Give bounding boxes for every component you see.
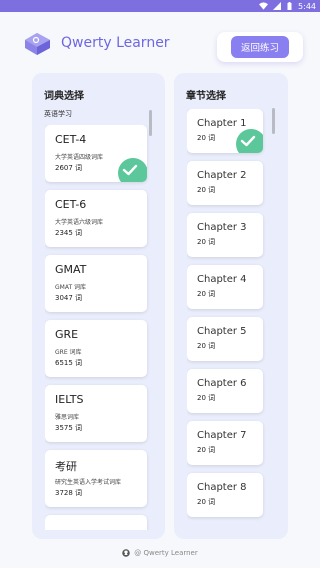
battery-icon xyxy=(285,2,294,11)
keyboard-key-logo-icon xyxy=(21,28,53,60)
chapter-panel-title: 章节选择 xyxy=(186,91,226,102)
dict-desc: 研究生英语入学考试词库 xyxy=(55,479,122,486)
dict-desc: 雅思词库 xyxy=(55,414,80,421)
dict-count: 2607 词 xyxy=(55,164,83,172)
dict-count: 6515 词 xyxy=(55,359,83,367)
chapter-card-6[interactable]: Chapter 6 20 词 xyxy=(187,369,263,413)
dict-name: GRE xyxy=(55,328,79,341)
chapter-card-3[interactable]: Chapter 3 20 词 xyxy=(187,213,263,257)
footer: @ Qwerty Learner xyxy=(0,547,320,559)
chapter-count: 20 词 xyxy=(197,238,216,246)
dict-desc: 大学英语四级词库 xyxy=(55,154,104,161)
dict-desc: GRE 词库 xyxy=(55,349,82,356)
dict-card-partial[interactable] xyxy=(45,515,147,530)
dict-count: 3047 词 xyxy=(55,294,83,302)
app-title: Qwerty Learner xyxy=(61,35,170,51)
dict-card-ielts[interactable]: IELTS 雅思词库 3575 词 xyxy=(45,385,147,442)
back-to-practice-label: 返回练习 xyxy=(230,36,289,58)
dict-card-gre[interactable]: GRE GRE 词库 6515 词 xyxy=(45,320,147,377)
chapter-count: 20 词 xyxy=(197,446,216,454)
chapter-name: Chapter 7 xyxy=(197,430,247,441)
chapter-card-7[interactable]: Chapter 7 20 词 xyxy=(187,421,263,465)
dict-card-kaoyan[interactable]: 考研 研究生英语入学考试词库 3728 词 xyxy=(45,450,147,507)
chapter-card-5[interactable]: Chapter 5 20 词 xyxy=(187,317,263,361)
chapter-name: Chapter 2 xyxy=(197,170,247,181)
dict-name: IELTS xyxy=(55,393,84,406)
dict-card-gmat[interactable]: GMAT GMAT 词库 3047 词 xyxy=(45,255,147,312)
chapter-name: Chapter 1 xyxy=(197,118,247,129)
chapter-name: Chapter 4 xyxy=(197,274,247,285)
chapter-count: 20 词 xyxy=(197,394,216,402)
dict-count: 3575 词 xyxy=(55,424,83,432)
dict-count: 3728 词 xyxy=(55,489,83,497)
status-time: 5:44 xyxy=(298,1,316,11)
footer-text[interactable]: @ Qwerty Learner xyxy=(134,549,198,557)
dict-name: GMAT xyxy=(55,263,87,276)
chapter-count: 20 词 xyxy=(197,134,216,142)
chapter-card-4[interactable]: Chapter 4 20 词 xyxy=(187,265,263,309)
selected-check-icon xyxy=(118,158,147,182)
chapter-count: 20 词 xyxy=(197,342,216,350)
github-icon[interactable] xyxy=(122,549,130,557)
signal-icon xyxy=(272,2,281,11)
header: Qwerty Learner 返回练习 xyxy=(0,24,320,64)
chapter-card-2[interactable]: Chapter 2 20 词 xyxy=(187,161,263,205)
back-to-practice-button[interactable]: 返回练习 xyxy=(217,32,303,62)
dictionary-category-label: 英语学习 xyxy=(44,110,72,118)
chapter-count: 20 词 xyxy=(197,186,216,194)
selected-check-icon xyxy=(236,129,263,153)
chapter-name: Chapter 3 xyxy=(197,222,247,233)
chapter-list: Chapter 1 20 词 Chapter 2 20 词 Chapter 3 … xyxy=(187,109,277,530)
chapter-name: Chapter 6 xyxy=(197,378,247,389)
chapter-card-1[interactable]: Chapter 1 20 词 xyxy=(187,109,263,153)
status-bar: 5:44 xyxy=(0,0,320,12)
dict-name: 考研 xyxy=(55,460,77,473)
chapter-name: Chapter 5 xyxy=(197,326,247,337)
dict-count: 2345 词 xyxy=(55,229,83,237)
dict-desc: 大学英语六级词库 xyxy=(55,219,104,226)
dict-name: CET-6 xyxy=(55,198,87,211)
chapter-panel: 章节选择 Chapter 1 20 词 Chapter 2 20 词 Chapt… xyxy=(174,73,288,539)
chapter-card-8[interactable]: Chapter 8 20 词 xyxy=(187,473,263,517)
chapter-count: 20 词 xyxy=(197,290,216,298)
dictionary-panel: 词典选择 英语学习 CET-4 大学英语四级词库 2607 词 CET-6 大学… xyxy=(32,73,165,539)
dictionary-panel-title: 词典选择 xyxy=(44,91,84,102)
dict-desc: GMAT 词库 xyxy=(55,284,87,291)
chapter-name: Chapter 8 xyxy=(197,482,247,493)
dict-card-cet6[interactable]: CET-6 大学英语六级词库 2345 词 xyxy=(45,190,147,247)
dict-name: CET-4 xyxy=(55,133,87,146)
wifi-icon xyxy=(259,2,269,11)
dict-card-cet4[interactable]: CET-4 大学英语四级词库 2607 词 xyxy=(45,125,147,182)
dictionary-list: CET-4 大学英语四级词库 2607 词 CET-6 大学英语六级词库 234… xyxy=(45,125,155,530)
chapter-count: 20 词 xyxy=(197,498,216,506)
